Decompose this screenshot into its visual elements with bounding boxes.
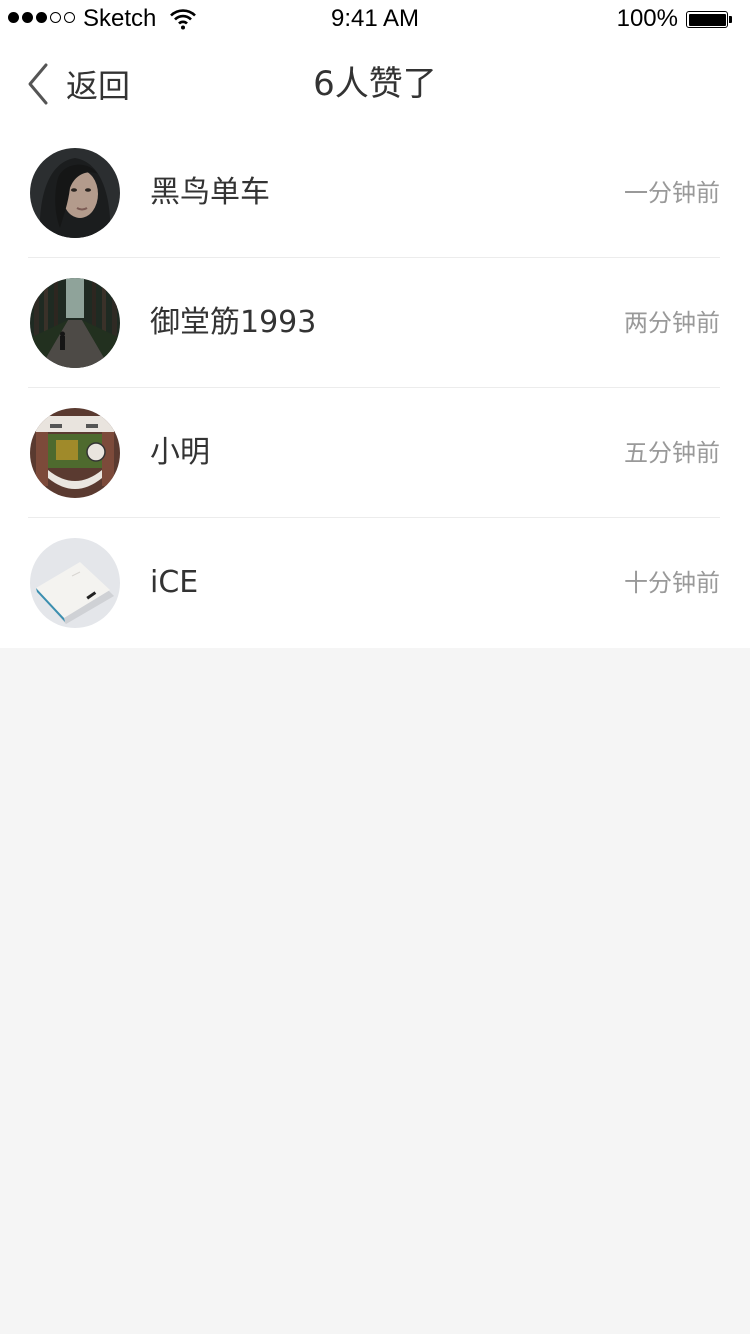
user-name: 御堂筋1993 — [150, 305, 317, 340]
navigation-bar: 6人赞了 返回 — [0, 40, 750, 128]
like-time: 两分钟前 — [624, 309, 720, 337]
back-button[interactable]: 返回 — [24, 60, 130, 108]
back-label: 返回 — [66, 67, 131, 105]
notebook-image — [30, 538, 120, 628]
user-name: iCE — [150, 565, 199, 600]
avatar[interactable] — [30, 148, 120, 238]
user-name: 小明 — [150, 435, 210, 470]
like-row[interactable]: 黑鸟单车 一分钟前 — [0, 128, 750, 258]
chevron-left-icon — [28, 63, 48, 105]
like-row[interactable]: 御堂筋1993 两分钟前 — [0, 258, 750, 388]
like-row[interactable]: iCE 十分钟前 — [0, 518, 750, 648]
battery-tip — [729, 16, 732, 23]
like-row[interactable]: 小明 五分钟前 — [0, 388, 750, 518]
like-time: 十分钟前 — [624, 569, 720, 597]
avatar[interactable] — [30, 408, 120, 498]
like-time: 一分钟前 — [624, 179, 720, 207]
battery-percentage: 100% — [616, 5, 678, 32]
user-name: 黑鸟单车 — [150, 175, 270, 210]
status-bar: Sketch 9:41 AM 100% — [0, 0, 750, 40]
aerial-building-image — [30, 408, 120, 498]
avatar[interactable] — [30, 538, 120, 628]
like-time: 五分钟前 — [624, 439, 720, 467]
likes-list: 黑鸟单车 一分钟前 御堂筋1993 两分钟前 小明 五分钟前 iCE 十分钟前 — [0, 128, 750, 648]
avatar[interactable] — [30, 278, 120, 368]
woman-portrait-image — [30, 148, 120, 238]
forest-road-image — [30, 278, 120, 368]
battery-icon — [686, 11, 728, 28]
